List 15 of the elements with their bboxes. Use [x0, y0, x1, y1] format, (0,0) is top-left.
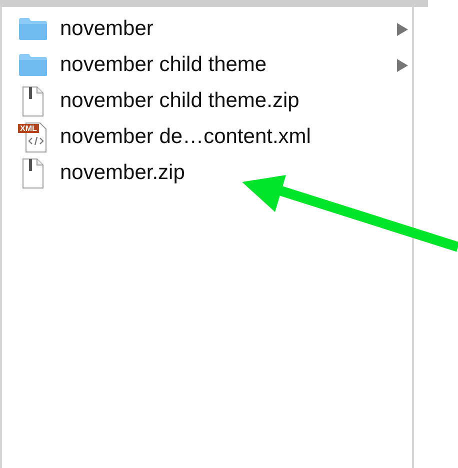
file-name: november de…content.xml	[60, 124, 312, 150]
folder-icon	[18, 53, 48, 77]
file-row[interactable]: november.zip	[2, 155, 412, 191]
file-type-badge: XML	[18, 124, 39, 132]
file-name: november child theme.zip	[60, 88, 300, 114]
folder-icon	[18, 17, 48, 41]
file-row[interactable]: XML november de…content.xml	[2, 119, 412, 155]
file-row[interactable]: november child theme.zip	[2, 83, 412, 119]
zipper-file-icon	[21, 86, 45, 116]
file-row[interactable]: november child theme	[2, 47, 412, 83]
file-name: november	[60, 16, 154, 42]
file-row[interactable]: november	[2, 11, 412, 47]
file-name: november child theme	[60, 52, 268, 78]
zipper-file-icon	[21, 158, 45, 188]
file-name: november.zip	[60, 160, 186, 186]
